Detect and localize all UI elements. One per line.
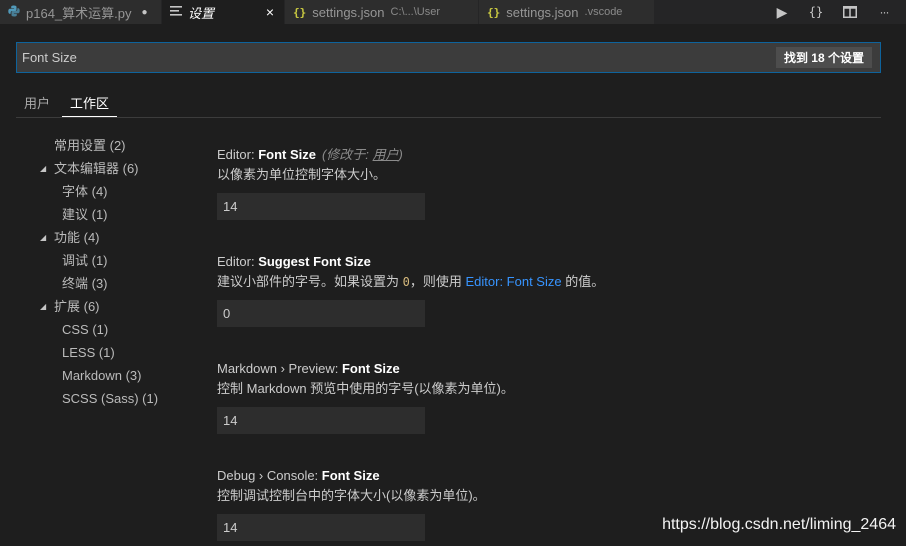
setting-description: 以像素为单位控制字体大小。 — [217, 167, 387, 182]
inline-code: 0 — [402, 275, 410, 289]
setting-debug-console-font-size: Debug › Console: Font Size 控制调试控制台中的字体大小… — [217, 466, 877, 546]
editor-actions: ▶ {} ··· — [772, 0, 906, 24]
tab-user-scope[interactable]: 用户 — [16, 90, 58, 117]
tab-description: C:\...\User — [390, 6, 441, 18]
setting-key: Font Size — [341, 361, 400, 376]
font-size-input[interactable] — [217, 193, 425, 220]
tab-label: settings.json — [506, 4, 579, 20]
setting-editor-font-size: Editor: Font Size (修改于: 用户) 以像素为单位控制字体大小。 — [217, 145, 877, 252]
split-editor-icon[interactable] — [840, 2, 860, 22]
braces-icon: {} — [487, 5, 501, 19]
toc-item-font[interactable]: 字体 (4) — [30, 180, 200, 203]
modified-indicator: (修改于: 用户) — [321, 147, 403, 162]
settings-file-icon — [170, 5, 182, 19]
toc-item-label: 字体 (4) — [62, 184, 108, 199]
setting-description: 控制调试控制台中的字体大小(以像素为单位)。 — [217, 488, 486, 503]
modified-scope-link[interactable]: 用户 — [373, 147, 399, 162]
setting-description: 控制 Markdown 预览中使用的字号(以像素为单位)。 — [217, 381, 514, 396]
settings-toc: 常用设置 (2) ◢ 文本编辑器 (6) 字体 (4) 建议 (1) ◢ 功能 (4… — [30, 134, 200, 410]
settings-list: Editor: Font Size (修改于: 用户) 以像素为单位控制字体大小。… — [217, 145, 877, 546]
chevron-down-icon[interactable]: ◢ — [40, 226, 46, 249]
tab-label: 设置 — [188, 5, 215, 21]
toc-item-debug[interactable]: 调试 (1) — [30, 249, 200, 272]
toc-item-markdown[interactable]: Markdown (3) — [30, 364, 200, 387]
debug-console-font-size-input[interactable] — [217, 514, 425, 541]
setting-key: Font Size — [258, 147, 316, 162]
watermark-text: https://blog.csdn.net/liming_2464 — [662, 516, 896, 533]
toc-item-label: 调试 (1) — [62, 253, 108, 268]
toc-item-label: 终端 (3) — [62, 276, 108, 291]
setting-key: Suggest Font Size — [258, 254, 371, 269]
setting-title: Debug › Console: Font Size — [217, 466, 877, 486]
setting-title: Markdown › Preview: Font Size — [217, 359, 877, 379]
search-result-count: 找到 18 个设置 — [775, 47, 872, 68]
setting-category: Editor: — [217, 147, 259, 162]
setting-title: Editor: Suggest Font Size — [217, 252, 877, 272]
setting-description: 建议小部件的字号。如果设置为 0，则使用 Editor: Font Size 的… — [217, 274, 605, 289]
toc-item-less[interactable]: LESS (1) — [30, 341, 200, 364]
toc-item-label: 常用设置 (2) — [54, 138, 126, 153]
setting-title: Editor: Font Size (修改于: 用户) — [217, 145, 877, 165]
toc-item-suggestions[interactable]: 建议 (1) — [30, 203, 200, 226]
toc-item-extensions[interactable]: ◢ 扩展 (6) — [30, 295, 200, 318]
search-input[interactable] — [22, 50, 776, 65]
more-actions-icon[interactable]: ··· — [874, 2, 894, 22]
python-icon — [8, 5, 20, 20]
tab-workspace-scope[interactable]: 工作区 — [62, 90, 118, 117]
toc-item-label: 功能 (4) — [54, 230, 100, 245]
settings-scope-tabs: 用户 工作区 — [16, 90, 881, 118]
suggest-font-size-input[interactable] — [217, 300, 425, 327]
unsaved-dot-icon[interactable]: ● — [142, 7, 148, 18]
toc-item-label: SCSS (Sass) (1) — [62, 391, 159, 406]
setting-key: Font Size — [321, 468, 380, 483]
toc-item-label: 扩展 (6) — [54, 299, 100, 314]
tab-settings[interactable]: 设置 × — [162, 0, 285, 24]
toc-item-label: CSS (1) — [62, 322, 109, 337]
setting-category: Debug › Console: — [217, 468, 322, 483]
chevron-down-icon[interactable]: ◢ — [40, 157, 46, 180]
setting-category: Editor: — [217, 254, 259, 269]
setting-category: Markdown › Preview: — [217, 361, 342, 376]
toc-item-terminal[interactable]: 终端 (3) — [30, 272, 200, 295]
open-json-icon[interactable]: {} — [806, 2, 826, 22]
toc-item-features[interactable]: ◢ 功能 (4) — [30, 226, 200, 249]
tab-label: p164_算术运算.py — [26, 5, 132, 21]
toc-item-text-editor[interactable]: ◢ 文本编辑器 (6) — [30, 157, 200, 180]
toc-item-label: Markdown (3) — [62, 368, 142, 383]
editor-tab-bar: p164_算术运算.py ● 设置 × {} settings.json C:\… — [0, 0, 906, 24]
setting-suggest-font-size: Editor: Suggest Font Size 建议小部件的字号。如果设置为… — [217, 252, 877, 359]
tab-user-settings-json[interactable]: {} settings.json C:\...\User — [285, 0, 479, 24]
run-icon[interactable]: ▶ — [772, 2, 792, 22]
tab-label: settings.json — [312, 4, 385, 20]
toc-item-label: 文本编辑器 (6) — [54, 161, 139, 176]
tab-workspace-settings-json[interactable]: {} settings.json .vscode — [479, 0, 655, 24]
tab-python-file[interactable]: p164_算术运算.py ● — [0, 0, 162, 24]
tab-description: .vscode — [584, 6, 623, 18]
close-icon[interactable]: × — [266, 4, 274, 20]
toc-item-scss[interactable]: SCSS (Sass) (1) — [30, 387, 200, 410]
toc-item-commonly-used[interactable]: 常用设置 (2) — [30, 134, 200, 157]
toc-item-css[interactable]: CSS (1) — [30, 318, 200, 341]
toc-item-label: 建议 (1) — [62, 207, 108, 222]
setting-link[interactable]: Editor: Font Size — [465, 274, 561, 289]
setting-markdown-preview-font-size: Markdown › Preview: Font Size 控制 Markdow… — [217, 359, 877, 466]
braces-icon: {} — [293, 5, 307, 19]
settings-search: 找到 18 个设置 — [16, 42, 881, 73]
toc-item-label: LESS (1) — [62, 345, 115, 360]
chevron-down-icon[interactable]: ◢ — [40, 295, 46, 318]
markdown-font-size-input[interactable] — [217, 407, 425, 434]
